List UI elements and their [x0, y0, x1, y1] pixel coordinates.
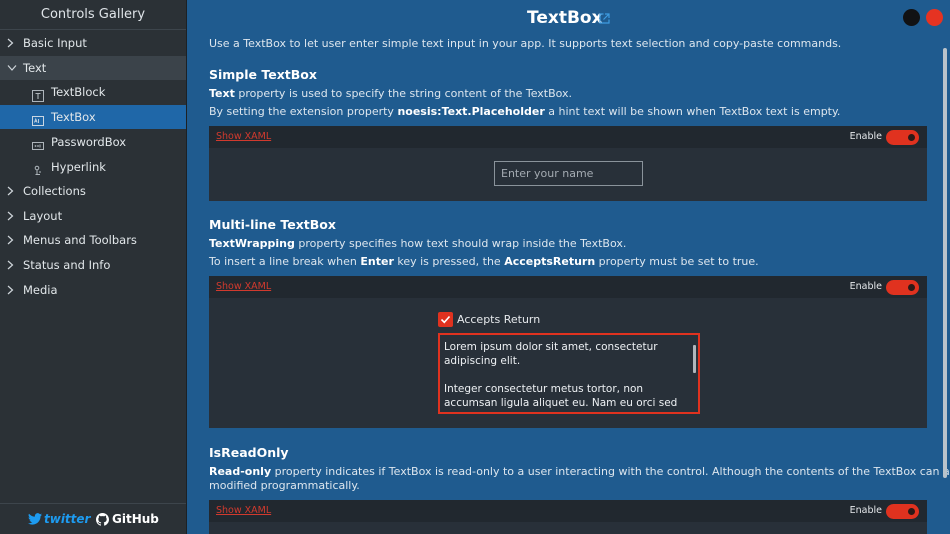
desc-text: property specifies how text should wrap … — [294, 237, 627, 250]
multiline-textbox-panel: Show XAML Enable Accepts Return Lorem ip… — [209, 276, 927, 428]
sidebar-subitem-passwordbox[interactable]: PasswordBox — [0, 130, 186, 154]
sidebar-title: Controls Gallery — [0, 0, 186, 30]
show-xaml-link[interactable]: Show XAML — [216, 505, 271, 516]
panel-toolbar: Show XAML Enable — [209, 126, 927, 148]
section-title-multiline: Multi-line TextBox — [209, 217, 336, 232]
paragraph-2: Integer consectetur metus tortor, non ac… — [444, 383, 678, 412]
desc-text: a hint text will be shown when TextBox t… — [544, 105, 841, 118]
sidebar: Controls Gallery Basic Input Text TextBl… — [0, 0, 187, 534]
section-title-readonly: IsReadOnly — [209, 445, 289, 460]
readonly-desc-2: modified programmatically. — [209, 479, 360, 492]
multiline-text: Lorem ipsum dolor sit amet, consectetur … — [444, 340, 692, 412]
sidebar-item-label: Layout — [23, 209, 63, 223]
sidebar-subitem-hyperlink[interactable]: Hyperlink — [0, 155, 186, 179]
sidebar-item-status-and-info[interactable]: Status and Info — [0, 253, 186, 277]
twitter-label: twitter — [44, 512, 91, 526]
chevron-right-icon — [7, 179, 17, 203]
sidebar-item-label: Text — [23, 61, 47, 75]
sidebar-item-text[interactable]: Text — [0, 56, 186, 80]
passwordbox-icon — [32, 136, 44, 150]
sidebar-subitem-textbox[interactable]: TextBox — [0, 105, 186, 129]
dark-theme-button[interactable] — [903, 9, 920, 26]
sidebar-item-label: Basic Input — [23, 36, 87, 50]
simple-desc-2: By setting the extension property noesis… — [209, 105, 840, 118]
twitter-icon — [28, 513, 42, 525]
accent-theme-button[interactable] — [926, 9, 943, 26]
show-xaml-link[interactable]: Show XAML — [216, 281, 271, 292]
paragraph-1: Lorem ipsum dolor sit amet, consectetur … — [444, 341, 658, 367]
desc-bold: TextWrapping — [209, 237, 295, 250]
sidebar-item-layout[interactable]: Layout — [0, 204, 186, 228]
desc-text: property indicates if TextBox is read-on… — [271, 465, 950, 478]
desc-text: property is used to specify the string c… — [234, 87, 573, 100]
enable-label: Enable — [849, 505, 882, 516]
sidebar-subitem-label: TextBlock — [51, 85, 106, 99]
accepts-return-checkbox[interactable] — [438, 312, 453, 327]
multiline-textbox[interactable]: Lorem ipsum dolor sit amet, consectetur … — [438, 333, 700, 414]
chevron-down-icon — [7, 56, 17, 80]
enable-label: Enable — [849, 281, 882, 292]
multiline-desc-2: To insert a line break when Enter key is… — [209, 255, 759, 268]
section-title-simple: Simple TextBox — [209, 67, 317, 82]
desc-bold: Enter — [360, 255, 394, 268]
sidebar-item-label: Status and Info — [23, 258, 111, 272]
readonly-textbox-panel: Show XAML Enable — [209, 500, 927, 534]
textbox-scrollbar[interactable] — [693, 345, 696, 373]
show-xaml-link[interactable]: Show XAML — [216, 131, 271, 142]
chevron-right-icon — [7, 278, 17, 302]
page-scrollbar[interactable] — [943, 48, 947, 478]
sidebar-item-menus-and-toolbars[interactable]: Menus and Toolbars — [0, 228, 186, 252]
desc-text: property must be set to true. — [595, 255, 759, 268]
sidebar-item-label: Menus and Toolbars — [23, 233, 137, 247]
textblock-icon — [32, 86, 44, 102]
github-icon — [96, 513, 109, 526]
simple-desc-1: Text property is used to specify the str… — [209, 87, 572, 100]
panel-toolbar: Show XAML Enable — [209, 500, 927, 522]
sidebar-subitem-label: PasswordBox — [51, 135, 127, 149]
hyperlink-icon — [32, 161, 44, 175]
chevron-right-icon — [7, 204, 17, 228]
sidebar-item-collections[interactable]: Collections — [0, 179, 186, 203]
main-content: TextBox Use a TextBox to let user enter … — [187, 0, 950, 534]
readonly-desc-1: Read-only property indicates if TextBox … — [209, 465, 950, 478]
page-title: TextBox — [527, 8, 603, 28]
toggle-knob — [908, 134, 915, 141]
checkbox-label: Accepts Return — [457, 313, 541, 326]
toggle-knob — [908, 508, 915, 515]
enable-label: Enable — [849, 131, 882, 142]
external-link-icon[interactable] — [599, 13, 610, 24]
name-textbox[interactable]: Enter your name — [494, 161, 643, 186]
chevron-right-icon — [7, 253, 17, 277]
desc-text: key is pressed, the — [393, 255, 505, 268]
multiline-desc-1: TextWrapping property specifies how text… — [209, 237, 626, 250]
enable-toggle[interactable] — [886, 504, 919, 519]
sidebar-item-basic-input[interactable]: Basic Input — [0, 31, 186, 55]
intro-text: Use a TextBox to let user enter simple t… — [209, 37, 842, 50]
desc-bold: Read-only — [209, 465, 272, 478]
toggle-knob — [908, 284, 915, 291]
sidebar-footer: twitter GitHub — [0, 503, 186, 534]
sidebar-subitem-label: Hyperlink — [51, 160, 106, 174]
sidebar-item-label: Media — [23, 283, 58, 297]
chevron-right-icon — [7, 228, 17, 252]
enable-toggle[interactable] — [886, 130, 919, 145]
desc-bold: Text — [209, 87, 235, 100]
github-label: GitHub — [112, 512, 159, 526]
panel-toolbar: Show XAML Enable — [209, 276, 927, 298]
desc-text: By setting the extension property — [209, 105, 398, 118]
desc-bold: AcceptsReturn — [504, 255, 596, 268]
textbox-icon — [32, 111, 44, 126]
sidebar-item-media[interactable]: Media — [0, 278, 186, 302]
desc-text: To insert a line break when — [209, 255, 361, 268]
chevron-right-icon — [7, 31, 17, 55]
simple-textbox-panel: Show XAML Enable Enter your name — [209, 126, 927, 201]
checkmark-icon — [440, 315, 451, 324]
sidebar-subitem-label: TextBox — [51, 110, 96, 124]
desc-bold: noesis:Text.Placeholder — [397, 105, 545, 118]
enable-toggle[interactable] — [886, 280, 919, 295]
sidebar-subitem-textblock[interactable]: TextBlock — [0, 80, 186, 104]
sidebar-item-label: Collections — [23, 184, 86, 198]
